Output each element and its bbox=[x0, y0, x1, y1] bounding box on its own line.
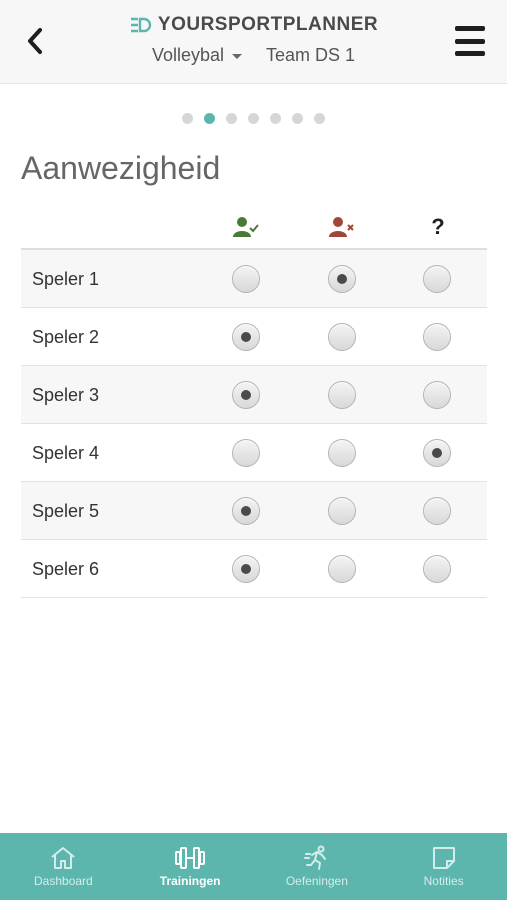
hamburger-icon-bar bbox=[455, 38, 485, 44]
pager-dots bbox=[0, 113, 507, 124]
hamburger-icon-bar bbox=[455, 51, 485, 56]
radio-unknown[interactable] bbox=[423, 381, 451, 409]
player-name: Speler 6 bbox=[32, 559, 100, 579]
brand-name: YOURSPORTPLANNER bbox=[157, 14, 379, 35]
running-icon bbox=[303, 845, 331, 871]
hamburger-icon-bar bbox=[455, 26, 485, 31]
table-header: ? bbox=[21, 204, 487, 250]
page-title: Aanwezigheid bbox=[21, 150, 221, 186]
radio-present[interactable] bbox=[232, 265, 260, 293]
menu-button[interactable] bbox=[455, 26, 485, 56]
logo-icon bbox=[130, 17, 152, 33]
pager-dot[interactable] bbox=[182, 113, 193, 124]
header: YOURSPORTPLANNER Volleybal Team DS 1 bbox=[0, 0, 507, 84]
unknown-column-label: ? bbox=[431, 214, 445, 239]
bottom-nav: Dashboard Trainingen Oefeningen Notities bbox=[0, 833, 507, 900]
table-row: Speler 2 bbox=[21, 308, 487, 366]
attendance-table: ? Speler 1 Speler 2 Speler 3 Speler 4 Speler… bbox=[21, 204, 487, 598]
pager-dot[interactable] bbox=[248, 113, 259, 124]
pager-dot[interactable] bbox=[226, 113, 237, 124]
pager-dot[interactable] bbox=[204, 113, 215, 124]
app-screen: YOURSPORTPLANNER Volleybal Team DS 1 Aan… bbox=[0, 0, 507, 900]
table-row: Speler 1 bbox=[21, 250, 487, 308]
pager-dot[interactable] bbox=[292, 113, 303, 124]
player-name: Speler 2 bbox=[32, 327, 100, 347]
player-name: Speler 4 bbox=[32, 443, 100, 463]
question-icon: ? bbox=[423, 214, 453, 240]
radio-present[interactable] bbox=[232, 555, 260, 583]
radio-absent[interactable] bbox=[328, 265, 356, 293]
note-icon bbox=[431, 845, 457, 871]
player-name: Speler 5 bbox=[32, 501, 100, 521]
radio-present[interactable] bbox=[232, 381, 260, 409]
pager-dot[interactable] bbox=[314, 113, 325, 124]
context-selectors: Volleybal Team DS 1 bbox=[0, 45, 507, 66]
radio-present[interactable] bbox=[232, 439, 260, 467]
radio-absent[interactable] bbox=[328, 439, 356, 467]
nav-label: Trainingen bbox=[159, 874, 221, 888]
player-rows: Speler 1 Speler 2 Speler 3 Speler 4 Speler 5… bbox=[21, 250, 487, 598]
user-absent-icon bbox=[327, 214, 357, 240]
nav-label: Oefeningen bbox=[285, 874, 348, 888]
nav-oefeningen[interactable]: Oefeningen bbox=[254, 833, 381, 900]
radio-absent[interactable] bbox=[328, 555, 356, 583]
radio-unknown[interactable] bbox=[423, 439, 451, 467]
nav-label: Notities bbox=[423, 874, 464, 888]
radio-unknown[interactable] bbox=[423, 323, 451, 351]
radio-absent[interactable] bbox=[328, 323, 356, 351]
radio-present[interactable] bbox=[232, 323, 260, 351]
user-present-icon bbox=[231, 214, 261, 240]
table-row: Speler 6 bbox=[21, 540, 487, 598]
radio-unknown[interactable] bbox=[423, 497, 451, 525]
player-name: Speler 3 bbox=[32, 385, 100, 405]
team-select[interactable]: Team DS 1 bbox=[266, 45, 355, 66]
radio-absent[interactable] bbox=[328, 497, 356, 525]
home-icon bbox=[49, 845, 77, 871]
table-row: Speler 5 bbox=[21, 482, 487, 540]
player-name: Speler 1 bbox=[32, 269, 100, 289]
nav-label: Dashboard bbox=[34, 874, 93, 888]
nav-dashboard[interactable]: Dashboard bbox=[0, 833, 127, 900]
radio-unknown[interactable] bbox=[423, 555, 451, 583]
radio-absent[interactable] bbox=[328, 381, 356, 409]
sport-select[interactable]: Volleybal bbox=[152, 45, 242, 66]
dumbbell-icon bbox=[173, 845, 207, 871]
nav-trainingen[interactable]: Trainingen bbox=[127, 833, 254, 900]
nav-notities[interactable]: Notities bbox=[380, 833, 507, 900]
caret-down-icon bbox=[232, 54, 242, 59]
table-row: Speler 3 bbox=[21, 366, 487, 424]
table-row: Speler 4 bbox=[21, 424, 487, 482]
sport-select-label: Volleybal bbox=[151, 45, 224, 65]
pager-dot[interactable] bbox=[270, 113, 281, 124]
radio-unknown[interactable] bbox=[423, 265, 451, 293]
brand-logo: YOURSPORTPLANNER bbox=[0, 14, 507, 36]
radio-present[interactable] bbox=[232, 497, 260, 525]
